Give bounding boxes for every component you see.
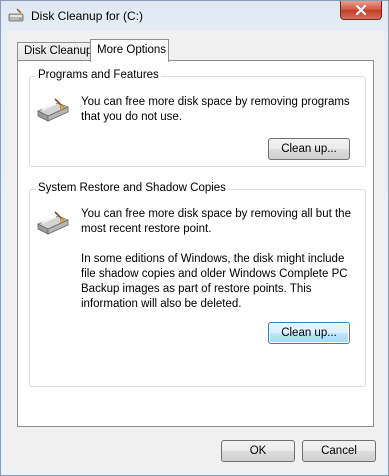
restore-group: System Restore and Shadow Copies You can… <box>29 182 366 387</box>
programs-group: Programs and Features You can free more … <box>29 69 366 167</box>
disk-drive-icon <box>36 210 70 239</box>
tab-label: Disk Cleanup <box>24 45 93 57</box>
tab-label: More Options <box>97 44 167 56</box>
tab-more-options[interactable]: More Options <box>90 39 169 62</box>
dialog-client-area: Disk Cleanup More Options Programs and F… <box>7 31 384 471</box>
group-title: Programs and Features <box>36 69 161 81</box>
programs-description: You can free more disk space by removing… <box>81 96 350 123</box>
button-label: Cancel <box>321 445 357 457</box>
close-icon <box>355 4 367 16</box>
button-label: OK <box>249 445 267 457</box>
tab-disk-cleanup[interactable]: Disk Cleanup <box>17 42 93 61</box>
ok-button[interactable]: OK <box>221 440 295 462</box>
title-bar[interactable]: Disk Cleanup for (C:) <box>1 1 388 31</box>
button-label: Clean up... <box>281 143 337 155</box>
cancel-button[interactable]: Cancel <box>302 440 376 462</box>
disk-cleanup-icon <box>8 8 24 24</box>
disk-cleanup-window: Disk Cleanup for (C:) Disk Cleanup More … <box>0 0 389 476</box>
close-button[interactable] <box>340 1 382 20</box>
disk-drive-icon <box>36 97 70 126</box>
restore-clean-up-button[interactable]: Clean up... <box>268 322 350 344</box>
restore-note: In some editions of Windows, the disk mi… <box>81 253 348 310</box>
programs-clean-up-button[interactable]: Clean up... <box>268 138 350 160</box>
more-options-panel: Programs and Features You can free more … <box>17 60 374 427</box>
button-label: Clean up... <box>281 327 337 339</box>
group-title: System Restore and Shadow Copies <box>36 182 228 194</box>
restore-description: You can free more disk space by removing… <box>81 208 351 235</box>
window-title: Disk Cleanup for (C:) <box>31 9 144 23</box>
